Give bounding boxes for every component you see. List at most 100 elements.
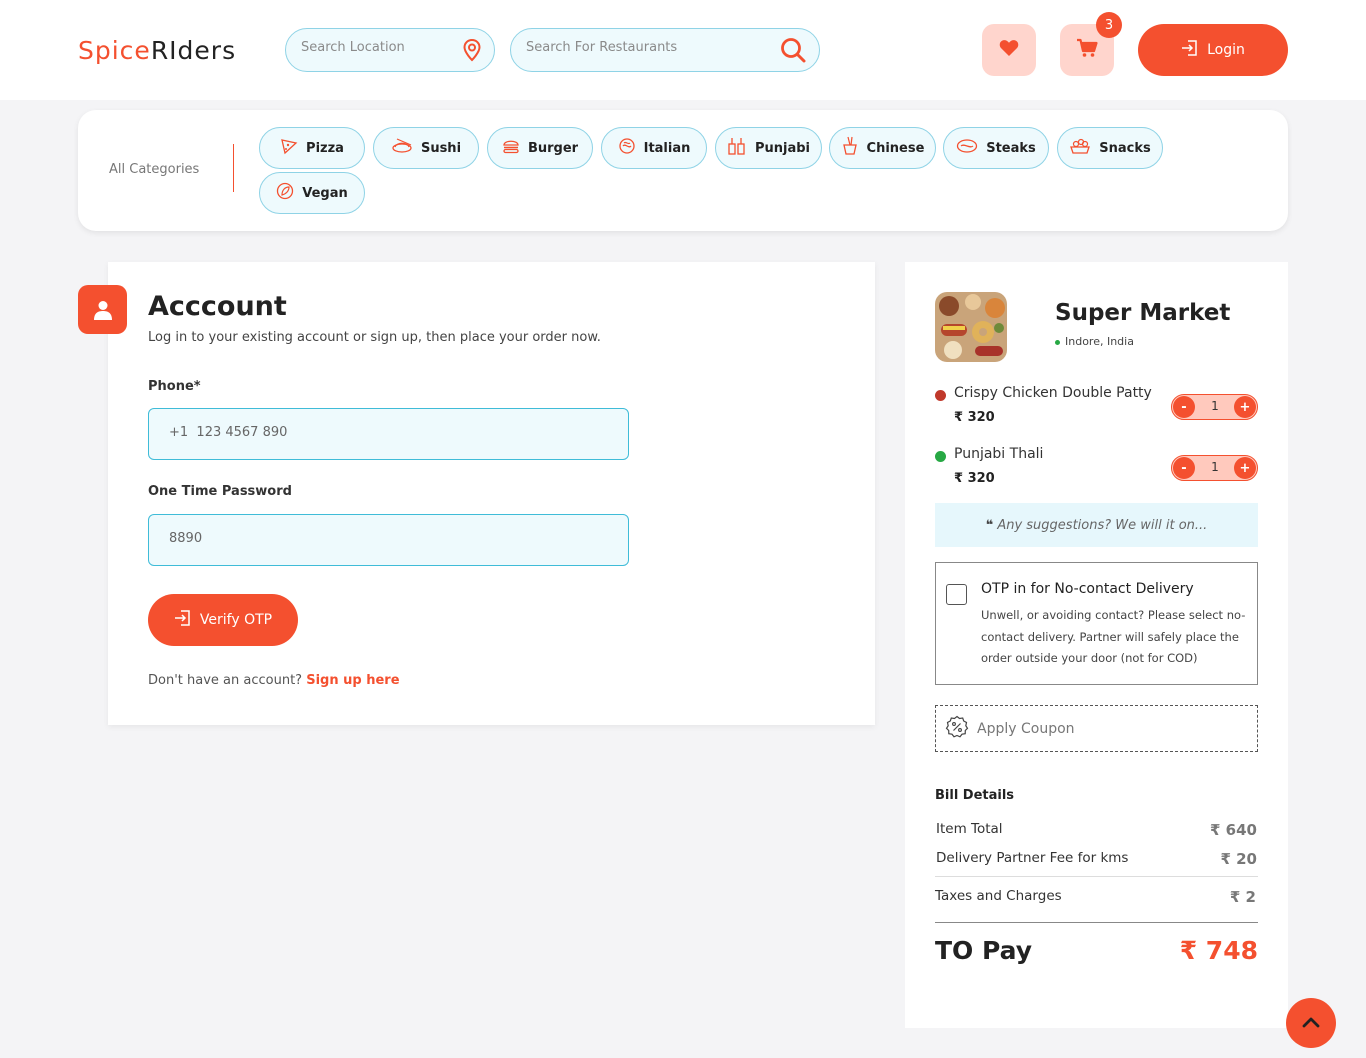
login-icon xyxy=(174,609,192,631)
search-icon[interactable] xyxy=(779,36,807,68)
burger-icon xyxy=(502,138,520,158)
no-contact-description: Unwell, or avoiding contact? Please sele… xyxy=(981,608,1246,665)
suggestions-placeholder: Any suggestions? We will it on... xyxy=(997,517,1208,533)
no-contact-checkbox[interactable] xyxy=(946,584,967,605)
otp-input[interactable] xyxy=(169,531,609,546)
category-chip-steaks[interactable]: Steaks xyxy=(943,127,1049,169)
scroll-to-top-button[interactable] xyxy=(1286,998,1336,1048)
quantity-stepper: - 1 + xyxy=(1171,455,1258,481)
category-label: Punjabi xyxy=(754,140,811,156)
bill-divider xyxy=(935,922,1258,923)
quantity-stepper: - 1 + xyxy=(1171,394,1258,420)
veg-indicator-icon xyxy=(935,451,946,462)
decrement-button[interactable]: - xyxy=(1173,396,1195,418)
cart-button[interactable]: 3 xyxy=(1060,12,1122,76)
categories-bar: All Categories Pizza Sushi Burger Italia… xyxy=(78,110,1288,231)
logo-part2: RIders xyxy=(150,36,237,65)
verify-otp-button[interactable]: Verify OTP xyxy=(148,594,298,646)
logo-part1: Spice xyxy=(78,36,151,65)
vegan-icon xyxy=(276,182,294,204)
chevron-up-icon xyxy=(1301,1014,1321,1033)
bill-label: Taxes and Charges xyxy=(935,888,1062,904)
cart-item-price: ₹ 320 xyxy=(954,471,995,486)
cart-item-name: Punjabi Thali xyxy=(954,446,1044,462)
to-pay-label: TO Pay xyxy=(935,936,1033,965)
cart-item-name: Crispy Chicken Double Patty xyxy=(954,385,1152,401)
quote-icon: ❝ xyxy=(985,517,994,533)
category-chip-burger[interactable]: Burger xyxy=(487,127,593,169)
quantity-value: 1 xyxy=(1211,399,1219,413)
heart-icon xyxy=(999,39,1019,61)
categories-label: All Categories xyxy=(109,162,200,177)
quantity-value: 1 xyxy=(1211,460,1219,474)
apply-coupon-label: Apply Coupon xyxy=(977,720,1075,737)
chinese-icon xyxy=(841,136,859,160)
login-button[interactable]: Login xyxy=(1138,24,1288,76)
bill-divider xyxy=(935,876,1258,877)
account-card: Acccount Log in to your existing account… xyxy=(108,262,875,725)
decrement-button[interactable]: - xyxy=(1173,457,1195,479)
no-contact-delivery-box: OTP in for No-contact Delivery Unwell, o… xyxy=(935,562,1258,685)
category-chip-sushi[interactable]: Sushi xyxy=(373,127,479,169)
italian-icon xyxy=(618,137,636,159)
category-chip-chinese[interactable]: Chinese xyxy=(829,127,936,169)
coupon-icon xyxy=(945,715,969,743)
category-chip-snacks[interactable]: Snacks xyxy=(1057,127,1163,169)
location-search[interactable] xyxy=(285,28,495,72)
pizza-icon xyxy=(280,137,298,159)
otp-label: One Time Password xyxy=(148,484,292,499)
otp-field[interactable] xyxy=(148,514,629,566)
no-contact-title: OTP in for No-contact Delivery xyxy=(981,581,1194,597)
bill-row-taxes: Taxes and Charges ₹ 2 xyxy=(935,888,1258,906)
category-chip-punjabi[interactable]: Punjabi xyxy=(715,127,822,169)
store-location-text: Indore, India xyxy=(1065,335,1134,348)
non-veg-indicator-icon xyxy=(935,390,946,401)
category-label: Sushi xyxy=(420,140,462,156)
location-search-input[interactable] xyxy=(301,40,451,55)
category-label: Vegan xyxy=(302,185,348,201)
snacks-icon xyxy=(1069,137,1091,159)
categories-divider xyxy=(233,144,234,192)
store-image xyxy=(935,292,1007,362)
phone-input[interactable] xyxy=(169,425,609,440)
category-chip-pizza[interactable]: Pizza xyxy=(259,127,365,169)
signup-link[interactable]: Sign up here xyxy=(306,673,399,688)
signup-prompt: Don't have an account? Sign up here xyxy=(148,673,400,688)
phone-field[interactable] xyxy=(148,408,629,460)
page-title: Acccount xyxy=(148,291,287,322)
bill-row-delivery-fee: Delivery Partner Fee for kms ₹ 20 xyxy=(936,850,1259,868)
cart-panel: Super Market Indore, India Crispy Chicke… xyxy=(905,262,1288,1028)
category-label: Chinese xyxy=(866,140,925,156)
cart-icon xyxy=(1076,38,1098,62)
logo[interactable]: SpiceRIders xyxy=(78,36,236,65)
bill-details-title: Bill Details xyxy=(935,788,1015,803)
signup-text: Don't have an account? xyxy=(148,673,303,688)
suggestions-input[interactable]: ❝ Any suggestions? We will it on... xyxy=(935,503,1258,547)
verify-otp-label: Verify OTP xyxy=(199,612,273,628)
category-label: Italian xyxy=(643,140,691,156)
increment-button[interactable]: + xyxy=(1234,396,1256,418)
bill-value: ₹ 640 xyxy=(1210,821,1257,839)
login-icon xyxy=(1181,39,1199,61)
steak-icon xyxy=(956,138,978,158)
cart-count-badge: 3 xyxy=(1096,12,1122,38)
increment-button[interactable]: + xyxy=(1234,457,1256,479)
store-name: Super Market xyxy=(1055,300,1231,326)
phone-label: Phone* xyxy=(148,379,201,394)
bill-value: ₹ 20 xyxy=(1220,850,1257,868)
header: SpiceRIders 3 Login xyxy=(0,0,1366,100)
wishlist-button[interactable] xyxy=(982,24,1036,76)
restaurant-search[interactable] xyxy=(510,28,820,72)
category-label: Snacks xyxy=(1099,140,1151,156)
page-subtitle: Log in to your existing account or sign … xyxy=(148,330,601,345)
punjabi-icon xyxy=(727,136,747,160)
to-pay-value: ₹ 748 xyxy=(1179,936,1258,965)
category-label: Steaks xyxy=(986,140,1036,156)
apply-coupon-button[interactable]: Apply Coupon xyxy=(935,705,1258,752)
restaurant-search-input[interactable] xyxy=(526,40,766,55)
category-chip-italian[interactable]: Italian xyxy=(601,127,707,169)
category-label: Burger xyxy=(527,140,579,156)
sushi-icon xyxy=(391,137,413,159)
location-pin-icon[interactable] xyxy=(461,38,483,66)
category-chip-vegan[interactable]: Vegan xyxy=(259,172,365,214)
